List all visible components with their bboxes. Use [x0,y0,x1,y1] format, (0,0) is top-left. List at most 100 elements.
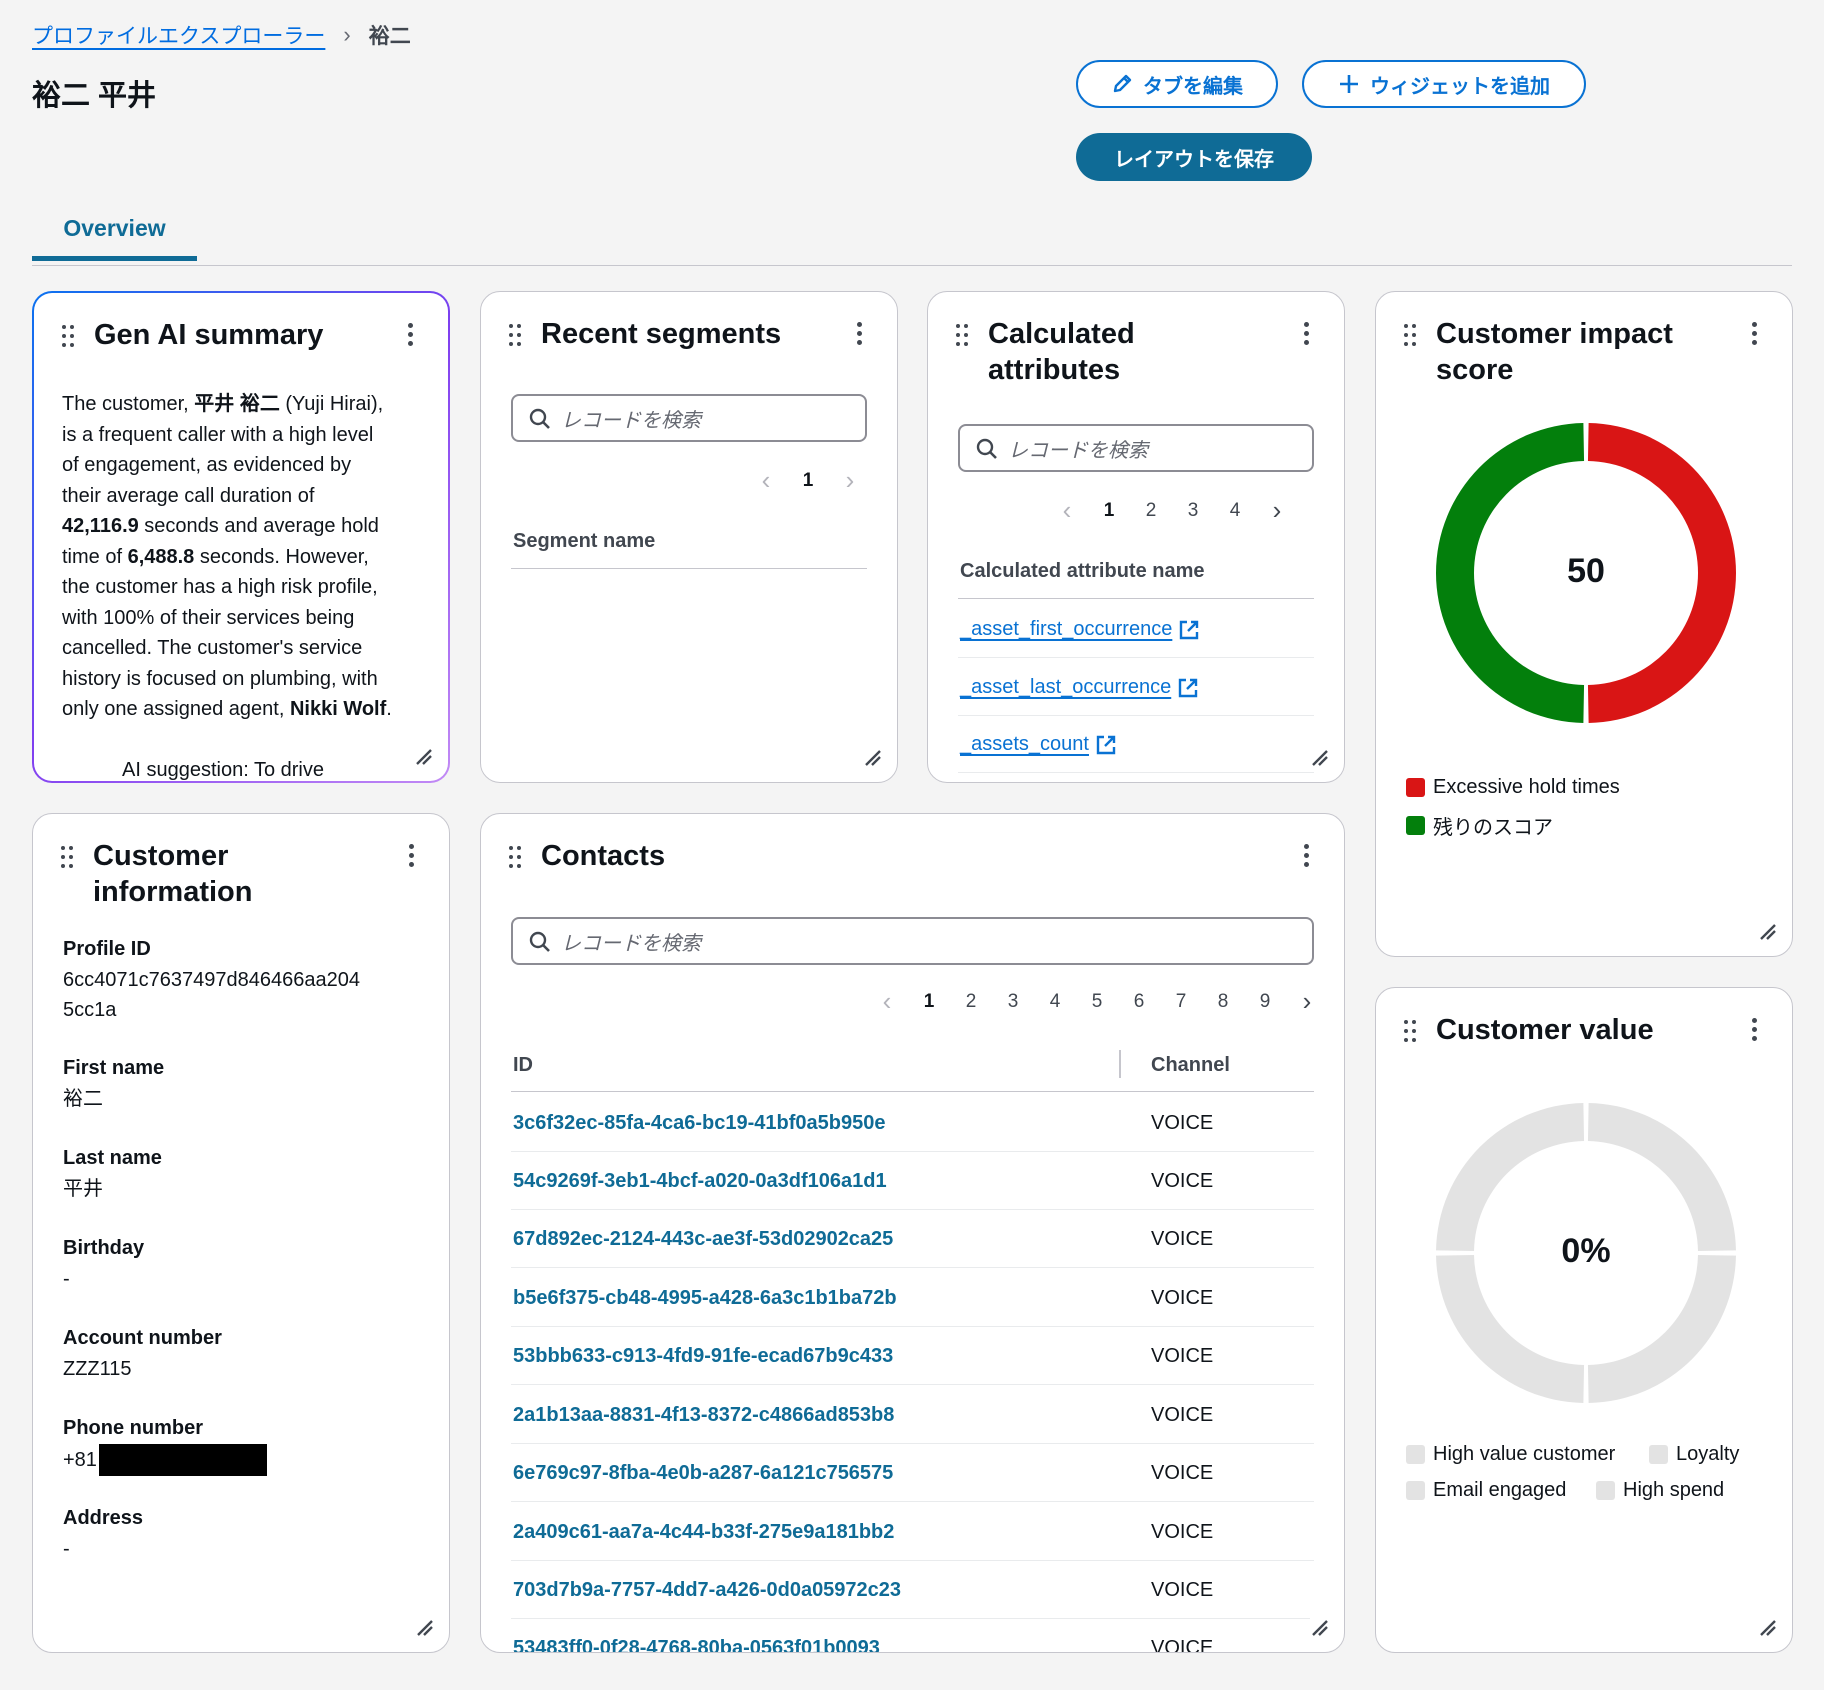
chevron-left-icon[interactable]: ‹ [866,986,908,1017]
legend-item[interactable]: 残りのスコア [1406,811,1553,840]
contact-channel: VOICE [1151,1637,1214,1653]
customer-value-percent: 0% [1561,1232,1611,1270]
contact-id-link[interactable]: b5e6f375-cb48-4995-a428-6a3c1b1ba72b [513,1287,897,1310]
search-placeholder: レコードを検索 [561,407,701,432]
gen-ai-summary-card: Gen AI summary The customer, 平井 裕二 (Yuji… [32,291,450,783]
profile-id-value: 6cc4071c7637497d846466aa204 5cc1a [63,965,360,1025]
legend-item[interactable]: Excessive hold times [1406,776,1620,799]
contact-channel: VOICE [1151,1579,1214,1601]
title-line: Calculated [988,318,1135,350]
more-options-icon[interactable] [409,844,415,867]
legend-label: High spend [1623,1479,1725,1501]
chevron-right-icon[interactable]: › [1256,495,1298,526]
legend-label: Excessive hold times [1433,776,1620,798]
tab-overview[interactable]: Overview [32,215,197,261]
tab-divider [32,265,1792,266]
chevron-right-icon[interactable]: › [1286,986,1328,1017]
search-icon [529,408,550,429]
column-header-id[interactable]: ID [513,1054,533,1077]
drag-handle-icon[interactable] [509,846,521,868]
legend-item[interactable]: Email engaged [1406,1479,1566,1502]
breadcrumb-root-link[interactable]: プロファイルエクスプローラー [32,20,325,50]
search-input[interactable]: レコードを検索 [958,424,1314,472]
contact-id-link[interactable]: 67d892ec-2124-443c-ae3f-53d02902ca25 [513,1228,893,1251]
drag-handle-icon[interactable] [62,325,74,347]
contact-id-link[interactable]: 2a409c61-aa7a-4c44-b33f-275e9a181bb2 [513,1521,894,1544]
more-options-icon[interactable] [1304,322,1310,345]
page-number[interactable]: 1 [1088,500,1130,522]
legend-swatch [1406,1445,1425,1464]
page-number[interactable]: 3 [992,991,1034,1013]
search-input[interactable]: レコードを検索 [511,917,1314,965]
legend-item[interactable]: Loyalty [1649,1443,1739,1466]
column-resizer[interactable] [1119,1050,1121,1078]
chevron-left-icon[interactable]: ‹ [745,465,787,496]
summary-hold-time: 6,488.8 [127,545,195,568]
more-options-icon[interactable] [1752,1018,1758,1041]
search-icon [976,438,997,459]
resize-handle-icon[interactable] [415,1618,433,1636]
chevron-left-icon[interactable]: ‹ [1046,495,1088,526]
page-number[interactable]: 1 [908,991,950,1013]
more-options-icon[interactable] [857,322,863,345]
resize-handle-icon[interactable] [1310,1618,1328,1636]
contact-id-link[interactable]: 3c6f32ec-85fa-4ca6-bc19-41bf0a5b950e [513,1112,885,1135]
page-number[interactable]: 4 [1034,991,1076,1013]
drag-handle-icon[interactable] [509,324,521,346]
page-number[interactable]: 3 [1172,500,1214,522]
save-layout-button[interactable]: レイアウトを保存 [1076,133,1312,181]
legend-item[interactable]: High spend [1596,1479,1724,1502]
contact-id-link[interactable]: 2a1b13aa-8831-4f13-8372-c4866ad853b8 [513,1404,894,1427]
resize-handle-icon[interactable] [1310,748,1328,766]
column-header-attribute-name[interactable]: Calculated attribute name [960,560,1205,583]
drag-handle-icon[interactable] [1404,324,1416,346]
page-number[interactable]: 1 [787,470,829,492]
search-placeholder: レコードを検索 [561,930,701,955]
page-number[interactable]: 8 [1202,991,1244,1013]
more-options-icon[interactable] [1304,844,1310,867]
page-number[interactable]: 9 [1244,991,1286,1013]
title-line: Customer [93,840,229,872]
card-title: Gen AI summary [94,319,324,351]
drag-handle-icon[interactable] [61,846,73,868]
page-number[interactable]: 2 [1130,500,1172,522]
card-title: Calculated attributes [988,316,1135,388]
column-header-segment-name[interactable]: Segment name [513,530,655,553]
more-options-icon[interactable] [408,323,414,346]
resize-handle-icon[interactable] [1758,922,1776,940]
contact-channel: VOICE [1151,1404,1214,1426]
resize-handle-icon[interactable] [414,747,432,765]
summary-text-part: . [386,698,392,720]
row-divider [511,1560,1314,1561]
add-widget-button[interactable]: ウィジェットを追加 [1302,60,1586,108]
chevron-right-icon[interactable]: › [829,465,871,496]
more-options-icon[interactable] [1752,322,1758,345]
edit-tabs-button[interactable]: タブを編集 [1076,60,1278,108]
page-number[interactable]: 6 [1118,991,1160,1013]
resize-handle-icon[interactable] [863,748,881,766]
page-number[interactable]: 5 [1076,991,1118,1013]
contact-id-link[interactable]: 703d7b9a-7757-4dd7-a426-0d0a05972c23 [513,1579,901,1602]
contact-id-link[interactable]: 54c9269f-3eb1-4bcf-a020-0a3df106a1d1 [513,1170,887,1193]
page-number[interactable]: 2 [950,991,992,1013]
resize-handle-icon[interactable] [1758,1618,1776,1636]
attribute-link[interactable]: _assets_count [960,733,1117,756]
contact-id-link[interactable]: 6e769c97-8fba-4e0b-a287-6a121c756575 [513,1462,893,1485]
drag-handle-icon[interactable] [1404,1020,1416,1042]
contact-id-link[interactable]: 53bbb633-c913-4fd9-91fe-ecad67b9c433 [513,1345,893,1368]
search-input[interactable]: レコードを検索 [511,394,867,442]
attribute-link[interactable]: _asset_last_occurrence [960,676,1199,699]
contact-channel: VOICE [1151,1345,1214,1367]
page-number[interactable]: 4 [1214,500,1256,522]
legend-item[interactable]: High value customer [1406,1443,1615,1466]
summary-text-part: The customer, [62,393,195,415]
contact-id-link[interactable]: 53483ff0-0f28-4768-80ba-0563f01b0093 [513,1637,880,1652]
legend-label: Loyalty [1676,1443,1740,1465]
drag-handle-icon[interactable] [956,324,968,346]
donut-segment-empty [1436,1254,1585,1403]
contact-channel: VOICE [1151,1170,1214,1192]
contacts-card: Contacts レコードを検索 ‹ 1 2 3 4 5 6 7 8 9 › I… [480,813,1345,1653]
page-number[interactable]: 7 [1160,991,1202,1013]
column-header-channel[interactable]: Channel [1151,1054,1230,1077]
attribute-link[interactable]: _asset_first_occurrence [960,618,1200,641]
